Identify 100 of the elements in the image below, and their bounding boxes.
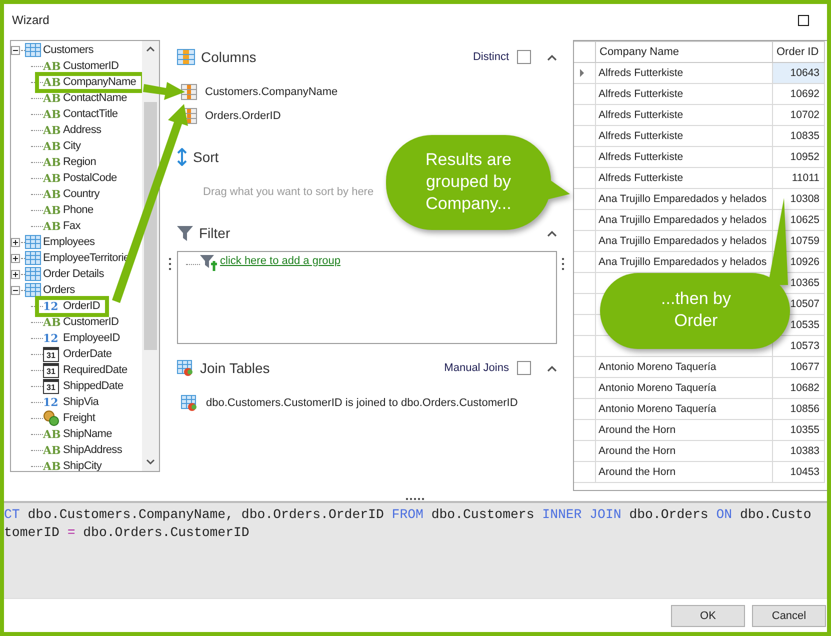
tree-item[interactable]: Customers: [41, 44, 94, 56]
grip-icon[interactable]: [562, 257, 565, 270]
row-header[interactable]: [574, 230, 595, 252]
tree-item[interactable]: PostalCode: [61, 172, 118, 184]
scrollbar[interactable]: [142, 41, 159, 471]
column-item[interactable]: Orders.OrderID: [205, 110, 281, 122]
table-cell: Ana Trujillo Emparedados y helados: [595, 210, 772, 230]
tree-item[interactable]: Employees: [41, 236, 96, 248]
row-header[interactable]: [574, 314, 595, 336]
row-header[interactable]: [574, 168, 595, 188]
table-cell: Around the Horn: [595, 462, 772, 482]
section-title: Sort: [193, 149, 219, 165]
row-header[interactable]: [574, 336, 595, 356]
row-header[interactable]: [574, 188, 595, 210]
text-type-icon: AB: [43, 124, 61, 136]
table-cell: Alfreds Futterkiste: [595, 84, 772, 104]
cancel-button[interactable]: Cancel: [752, 604, 826, 626]
section-title: Filter: [199, 225, 230, 241]
sql-editor[interactable]: CT dbo.Customers.CompanyName, dbo.Orders.OrderID FROM dbo.Customers INNER JOIN dbo.Orders ON dbo.Custo tomerID = dbo.Orders.CustomerID: [4, 501, 827, 598]
add-group-link[interactable]: click here to add a group: [220, 255, 340, 267]
row-header[interactable]: [574, 420, 595, 440]
table-cell: 11011: [772, 168, 824, 188]
column-item[interactable]: Customers.CompanyName: [205, 86, 338, 98]
row-header[interactable]: [574, 378, 595, 398]
tree-item[interactable]: ContactTitle: [61, 108, 119, 120]
row-header[interactable]: [574, 272, 595, 294]
sql-line: tomerID = dbo.Orders.CustomerID: [4, 524, 250, 542]
collapse-icon[interactable]: [547, 230, 557, 236]
row-header[interactable]: [574, 440, 595, 462]
tree-item[interactable]: Orders: [41, 284, 76, 296]
text-type-icon: AB: [43, 76, 61, 88]
tree-item[interactable]: Country: [61, 188, 100, 200]
row-header[interactable]: [574, 146, 595, 168]
tree-item[interactable]: EmployeeTerritorie: [41, 252, 130, 264]
tree-item[interactable]: Phone: [61, 204, 94, 216]
scroll-down-icon[interactable]: [146, 459, 155, 465]
tree-item[interactable]: OrderDate: [61, 348, 113, 360]
row-indicator[interactable]: [574, 62, 595, 84]
tree-item[interactable]: CustomerID: [61, 60, 120, 72]
tree-item[interactable]: Fax: [61, 220, 82, 232]
filter-icon: [177, 226, 193, 240]
row-header[interactable]: [574, 104, 595, 126]
tree-item[interactable]: ShipVia: [61, 396, 100, 408]
grip-icon[interactable]: [169, 257, 172, 270]
table-cell: Alfreds Futterkiste: [595, 104, 772, 126]
expand-toggle[interactable]: [11, 270, 20, 278]
collapse-toggle[interactable]: [11, 286, 20, 294]
add-filter-icon[interactable]: [200, 255, 218, 273]
table-cell: Alfreds Futterkiste: [595, 168, 772, 188]
splitter-grip-icon[interactable]: [405, 498, 426, 501]
table-cell: 10383: [772, 440, 824, 462]
tree-item[interactable]: Freight: [61, 412, 96, 424]
collapse-icon[interactable]: [547, 54, 557, 60]
table-icon: [25, 251, 41, 265]
text-type-icon: AB: [43, 60, 61, 72]
coins-icon: [43, 410, 59, 426]
checkbox[interactable]: [517, 361, 531, 375]
number-type-icon: 12: [43, 396, 61, 408]
text-type-icon: AB: [43, 460, 61, 471]
tree-item[interactable]: OrderID: [61, 300, 102, 312]
row-header[interactable]: [574, 210, 595, 230]
calendar-icon: 31: [43, 362, 59, 378]
tree-item[interactable]: Address: [61, 124, 102, 136]
tree-item[interactable]: EmployeeID: [61, 332, 121, 344]
table-cell: Antonio Moreno Taquería: [595, 356, 772, 378]
tree-item[interactable]: CompanyName: [61, 76, 138, 88]
text-type-icon: AB: [43, 92, 61, 104]
tree-item[interactable]: CustomerID: [61, 316, 120, 328]
tree-item[interactable]: Order Details: [41, 268, 105, 280]
checkbox[interactable]: [517, 50, 531, 64]
table-cell: Ana Trujillo Emparedados y helados: [595, 230, 772, 252]
tree-item[interactable]: ContactName: [61, 92, 128, 104]
row-header[interactable]: [574, 294, 595, 314]
text-type-icon: AB: [43, 156, 61, 168]
table-cell: 10952: [772, 146, 824, 168]
arrow: [143, 82, 185, 100]
tree-item[interactable]: RequiredDate: [61, 364, 128, 376]
maximize-icon[interactable]: [798, 14, 809, 26]
tree-item[interactable]: City: [61, 140, 82, 152]
scroll-thumb[interactable]: [144, 102, 157, 350]
table-icon: [25, 235, 41, 249]
table-cell: Alfreds Futterkiste: [595, 146, 772, 168]
row-header[interactable]: [574, 356, 595, 378]
column-header[interactable]: Company Name: [595, 42, 772, 62]
tree-item[interactable]: ShipCity: [61, 460, 103, 471]
expand-toggle[interactable]: [11, 238, 20, 246]
tree-item[interactable]: Region: [61, 156, 98, 168]
row-header[interactable]: [574, 126, 595, 146]
ok-button[interactable]: OK: [671, 604, 745, 626]
row-header[interactable]: [574, 252, 595, 272]
join-icon: [181, 395, 198, 411]
row-header[interactable]: [574, 462, 595, 482]
tree-item[interactable]: ShippedDate: [61, 380, 124, 392]
tree-item[interactable]: ShipAddress: [61, 444, 124, 456]
collapse-toggle[interactable]: [11, 46, 20, 54]
collapse-icon[interactable]: [547, 364, 557, 372]
expand-toggle[interactable]: [11, 254, 20, 262]
tree-item[interactable]: ShipName: [61, 428, 113, 440]
scroll-up-icon[interactable]: [146, 46, 155, 52]
row-header[interactable]: [574, 398, 595, 420]
